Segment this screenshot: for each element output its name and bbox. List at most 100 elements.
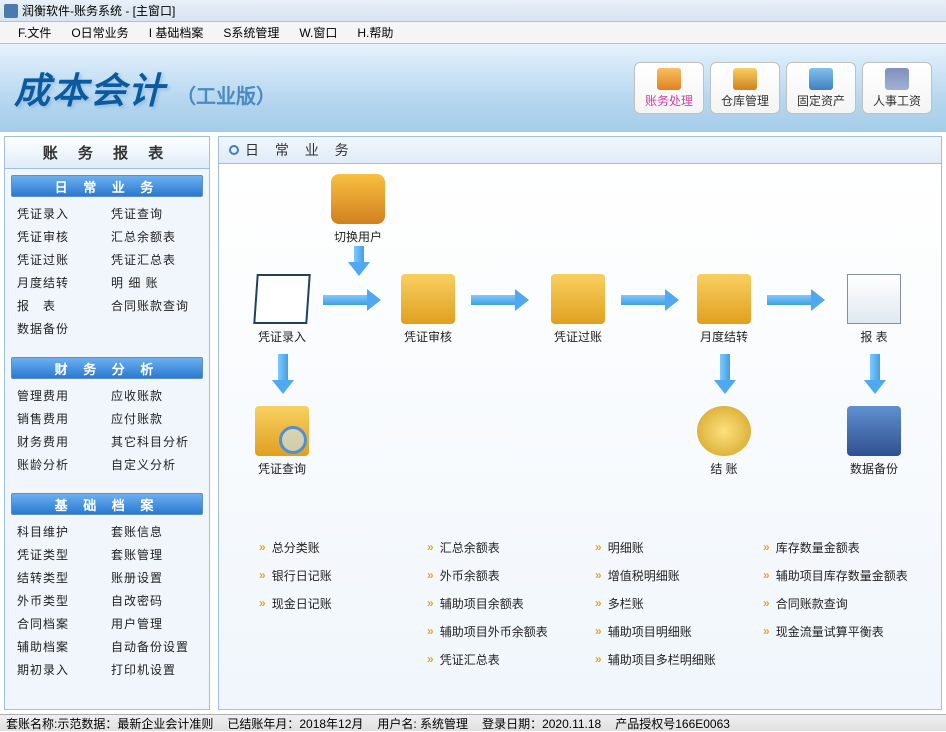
report-link[interactable]: »现金日记账: [259, 590, 417, 616]
report-link[interactable]: »合同账款查询: [763, 590, 921, 616]
report-link[interactable]: »辅助项目明细账: [595, 618, 753, 644]
sidebar-link[interactable]: 销售费用: [17, 410, 103, 427]
menu-item-0[interactable]: F.文件: [8, 24, 61, 41]
sidebar-link[interactable]: 辅助档案: [17, 638, 103, 655]
module-icon: [885, 68, 909, 90]
sidebar-link[interactable]: 凭证汇总表: [111, 251, 197, 268]
node-closing[interactable]: 结 账: [697, 406, 751, 477]
menu-item-2[interactable]: I 基础档案: [139, 24, 214, 41]
folder-pen-icon: [551, 274, 605, 324]
node-backup[interactable]: 数据备份: [847, 406, 901, 477]
sidebar-link[interactable]: 合同账款查询: [111, 297, 197, 314]
report-icon: [847, 274, 901, 324]
report-link[interactable]: »外币余额表: [427, 562, 585, 588]
sidebar-link[interactable]: 结转类型: [17, 569, 103, 586]
arrow-right: [323, 292, 381, 308]
node-voucher-audit[interactable]: 凭证审核: [401, 274, 455, 345]
report-link[interactable]: »增值税明细账: [595, 562, 753, 588]
node-switch-user[interactable]: 切换用户: [331, 174, 385, 245]
sidebar-link[interactable]: 自动备份设置: [111, 638, 197, 655]
sidebar-link[interactable]: 报 表: [17, 297, 103, 314]
header-banner: 成本会计 （工业版） 账务处理仓库管理固定资产人事工资: [0, 44, 946, 132]
menubar: F.文件O日常业务I 基础档案S系统管理W.窗口H.帮助: [0, 22, 946, 44]
arrow-icon: »: [595, 624, 602, 638]
sidebar-link[interactable]: 科目维护: [17, 523, 103, 540]
sidebar-link[interactable]: 打印机设置: [111, 661, 197, 678]
sidebar-link[interactable]: 自定义分析: [111, 456, 197, 473]
sidebar-link[interactable]: 凭证查询: [111, 205, 197, 222]
app-icon: [4, 4, 18, 18]
sidebar-link[interactable]: 财务费用: [17, 433, 103, 450]
sidebar-link[interactable]: 凭证录入: [17, 205, 103, 222]
sidebar-link[interactable]: 其它科目分析: [111, 433, 197, 450]
arrow-right: [767, 292, 825, 308]
header-button-2[interactable]: 固定资产: [786, 62, 856, 114]
module-icon: [809, 68, 833, 90]
arrow-icon: »: [259, 540, 266, 554]
node-voucher-post[interactable]: 凭证过账: [551, 274, 605, 345]
sidebar-section-header: 财 务 分 析: [11, 357, 203, 379]
calendar-icon: [697, 274, 751, 324]
report-link[interactable]: »银行日记账: [259, 562, 417, 588]
sidebar-link[interactable]: 期初录入: [17, 661, 103, 678]
report-link[interactable]: »多栏账: [595, 590, 753, 616]
arrow-icon: »: [427, 568, 434, 582]
menu-item-5[interactable]: H.帮助: [347, 24, 403, 41]
sidebar-link[interactable]: 应收账款: [111, 387, 197, 404]
menu-item-1[interactable]: O日常业务: [61, 24, 138, 41]
report-link[interactable]: »总分类账: [259, 534, 417, 560]
sidebar-link[interactable]: 凭证类型: [17, 546, 103, 563]
status-login-date: 登录日期：2020.11.18: [482, 715, 601, 732]
report-link[interactable]: »凭证汇总表: [427, 646, 585, 672]
report-links-grid: »总分类账 »汇总余额表 »明细账 »库存数量金额表 »银行日记账 »外币余额表 »增值税明…: [259, 534, 921, 689]
sidebar-link[interactable]: 套账信息: [111, 523, 197, 540]
status-period: 已结账年月：2018年12月: [227, 715, 363, 732]
report-link[interactable]: »明细账: [595, 534, 753, 560]
sidebar-link[interactable]: 数据备份: [17, 320, 103, 337]
arrow-down: [867, 354, 883, 394]
header-button-3[interactable]: 人事工资: [862, 62, 932, 114]
report-link[interactable]: »现金流量试算平衡表: [763, 618, 921, 644]
report-link[interactable]: »汇总余额表: [427, 534, 585, 560]
arrow-down: [351, 246, 367, 276]
node-report[interactable]: 报 表: [847, 274, 901, 345]
status-license: 产品授权号166E0063: [615, 715, 730, 732]
report-link[interactable]: »辅助项目库存数量金额表: [763, 562, 921, 588]
node-voucher-entry[interactable]: 凭证录入: [255, 274, 309, 345]
titlebar: 润衡软件-账务系统 - [主窗口]: [0, 0, 946, 22]
sidebar-link[interactable]: 应付账款: [111, 410, 197, 427]
menu-item-3[interactable]: S系统管理: [213, 24, 289, 41]
sidebar-link[interactable]: 套账管理: [111, 546, 197, 563]
menu-item-4[interactable]: W.窗口: [289, 24, 347, 41]
header-button-0[interactable]: 账务处理: [634, 62, 704, 114]
report-link[interactable]: »辅助项目余额表: [427, 590, 585, 616]
sidebar-link[interactable]: 凭证审核: [17, 228, 103, 245]
header-buttons: 账务处理仓库管理固定资产人事工资: [634, 62, 932, 114]
arrow-icon: »: [427, 540, 434, 554]
content-area: 日 常 业 务 切换用户 凭证录入 凭证审核 凭证过账: [214, 132, 946, 714]
sidebar-link[interactable]: 账册设置: [111, 569, 197, 586]
sidebar-title: 账 务 报 表: [5, 137, 209, 169]
module-icon: [657, 68, 681, 90]
report-link[interactable]: »辅助项目外币余额表: [427, 618, 585, 644]
app-title: 成本会计: [14, 62, 166, 114]
search-folder-icon: [255, 406, 309, 456]
arrow-icon: »: [763, 596, 770, 610]
report-link[interactable]: »辅助项目多栏明细账: [595, 646, 753, 672]
sidebar-link[interactable]: 用户管理: [111, 615, 197, 632]
sidebar-link[interactable]: 外币类型: [17, 592, 103, 609]
node-monthly-close[interactable]: 月度结转: [697, 274, 751, 345]
sidebar-link[interactable]: 汇总余额表: [111, 228, 197, 245]
sidebar-link[interactable]: 月度结转: [17, 274, 103, 291]
sidebar-link[interactable]: 自改密码: [111, 592, 197, 609]
content-header: 日 常 业 务: [218, 136, 942, 164]
sidebar-link[interactable]: 管理费用: [17, 387, 103, 404]
sidebar-link[interactable]: 明 细 账: [111, 274, 197, 291]
report-link[interactable]: »库存数量金额表: [763, 534, 921, 560]
arrow-down: [717, 354, 733, 394]
sidebar-link[interactable]: 合同档案: [17, 615, 103, 632]
sidebar-link[interactable]: 账龄分析: [17, 456, 103, 473]
header-button-1[interactable]: 仓库管理: [710, 62, 780, 114]
sidebar-link[interactable]: 凭证过账: [17, 251, 103, 268]
node-voucher-query[interactable]: 凭证查询: [255, 406, 309, 477]
